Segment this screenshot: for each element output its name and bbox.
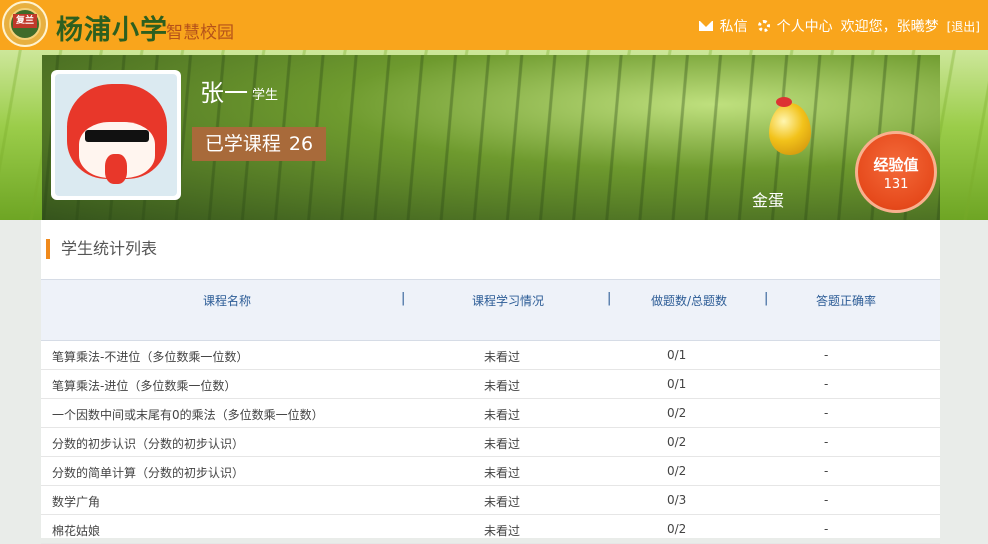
logout-link[interactable]: [退出]: [947, 18, 980, 35]
user-role: 学生: [252, 88, 279, 103]
course-name: 分数的简单计算（分数的初步认识）: [52, 466, 245, 480]
questions-done: 0/2: [667, 435, 687, 449]
welcome-text: 欢迎您，张曦梦: [840, 19, 939, 35]
table-row[interactable]: 分数的简单计算（分数的初步认识） 未看过 0/2 -: [41, 457, 940, 486]
courses-count: 26: [288, 133, 314, 155]
accuracy: -: [824, 435, 829, 449]
xp-label: 经验值: [873, 156, 919, 174]
study-status: 未看过: [484, 466, 521, 480]
col-course-name[interactable]: 课程名称: [203, 292, 251, 309]
school-name: 杨浦小学: [56, 15, 168, 46]
table-filter-row: [41, 320, 940, 341]
top-bar: 复兰 杨浦小学 智慧校园 私信 个人中心 欢迎您，张曦梦 [退出]: [0, 0, 988, 50]
avatar-frame[interactable]: [51, 70, 181, 200]
accuracy: -: [824, 522, 829, 536]
messages-link[interactable]: 私信: [720, 16, 748, 36]
accuracy: -: [824, 406, 829, 420]
avatar-glasses: [85, 130, 149, 142]
course-name: 分数的初步认识（分数的初步认识）: [52, 437, 245, 451]
col-separator: |: [607, 291, 612, 306]
school-logo[interactable]: 复兰: [2, 1, 48, 47]
school-subtitle: 智慧校园: [166, 23, 234, 43]
questions-done: 0/1: [667, 348, 687, 362]
questions-done: 0/2: [667, 522, 687, 536]
stats-panel: 学生统计列表 课程名称 | 课程学习情况 | 做题数/总题数 | 答题正确率 笔…: [41, 220, 940, 544]
questions-done: 0/2: [667, 406, 687, 420]
study-status: 未看过: [484, 408, 521, 422]
golden-egg-icon[interactable]: [769, 103, 811, 155]
top-nav: 私信 个人中心 欢迎您，张曦梦 [退出]: [698, 16, 980, 36]
accuracy: -: [824, 377, 829, 391]
accuracy: -: [824, 348, 829, 362]
experience-badge: 经验值 131: [855, 131, 937, 213]
avatar: [55, 74, 177, 196]
banner-panel: 张一 学生 已学课程 26 金蛋 经验值 131: [42, 55, 940, 220]
course-name: 笔算乘法-进位（多位数乘一位数）: [52, 379, 237, 393]
questions-done: 0/1: [667, 377, 687, 391]
study-status: 未看过: [484, 437, 521, 451]
questions-done: 0/2: [667, 464, 687, 478]
envelope-icon[interactable]: [698, 21, 713, 31]
table-row[interactable]: 数学广角 未看过 0/3 -: [41, 486, 940, 515]
table-row[interactable]: 笔算乘法-不进位（多位数乘一位数） 未看过 0/1 -: [41, 341, 940, 370]
xp-value: 131: [883, 177, 909, 192]
gear-icon[interactable]: [757, 20, 770, 32]
egg-bow-icon: [776, 97, 792, 107]
table-header: 课程名称 | 课程学习情况 | 做题数/总题数 | 答题正确率: [41, 279, 940, 321]
study-status: 未看过: [484, 495, 521, 509]
col-separator: |: [764, 291, 769, 306]
profile-banner: 张一 学生 已学课程 26 金蛋 经验值 131: [0, 50, 988, 220]
accuracy: -: [824, 493, 829, 507]
col-questions-done[interactable]: 做题数/总题数: [651, 292, 727, 309]
study-status: 未看过: [484, 524, 521, 538]
course-name: 棉花姑娘: [52, 524, 101, 538]
panel-title: 学生统计列表: [46, 239, 157, 259]
golden-egg-label: 金蛋: [752, 191, 785, 210]
table-row[interactable]: 棉花姑娘 未看过 0/2 -: [41, 515, 940, 544]
logo-text: 复兰: [13, 14, 37, 28]
courses-learned-badge: 已学课程 26: [192, 127, 326, 161]
course-name: 一个因数中间或末尾有0的乘法（多位数乘一位数）: [52, 408, 324, 422]
col-accuracy[interactable]: 答题正确率: [816, 292, 876, 309]
col-study-status[interactable]: 课程学习情况: [472, 292, 544, 309]
accuracy: -: [824, 464, 829, 478]
user-name: 张一: [200, 79, 248, 107]
study-status: 未看过: [484, 379, 521, 393]
questions-done: 0/3: [667, 493, 687, 507]
col-separator: |: [401, 291, 406, 306]
table-row[interactable]: 笔算乘法-进位（多位数乘一位数） 未看过 0/1 -: [41, 370, 940, 399]
courses-label: 已学课程: [204, 133, 281, 155]
course-name: 笔算乘法-不进位（多位数乘一位数）: [52, 350, 249, 364]
table-row[interactable]: 分数的初步认识（分数的初步认识） 未看过 0/2 -: [41, 428, 940, 457]
study-status: 未看过: [484, 350, 521, 364]
avatar-hand: [105, 154, 127, 184]
profile-link[interactable]: 个人中心: [777, 16, 833, 36]
table-row[interactable]: 一个因数中间或末尾有0的乘法（多位数乘一位数） 未看过 0/2 -: [41, 399, 940, 428]
course-name: 数学广角: [52, 495, 101, 509]
